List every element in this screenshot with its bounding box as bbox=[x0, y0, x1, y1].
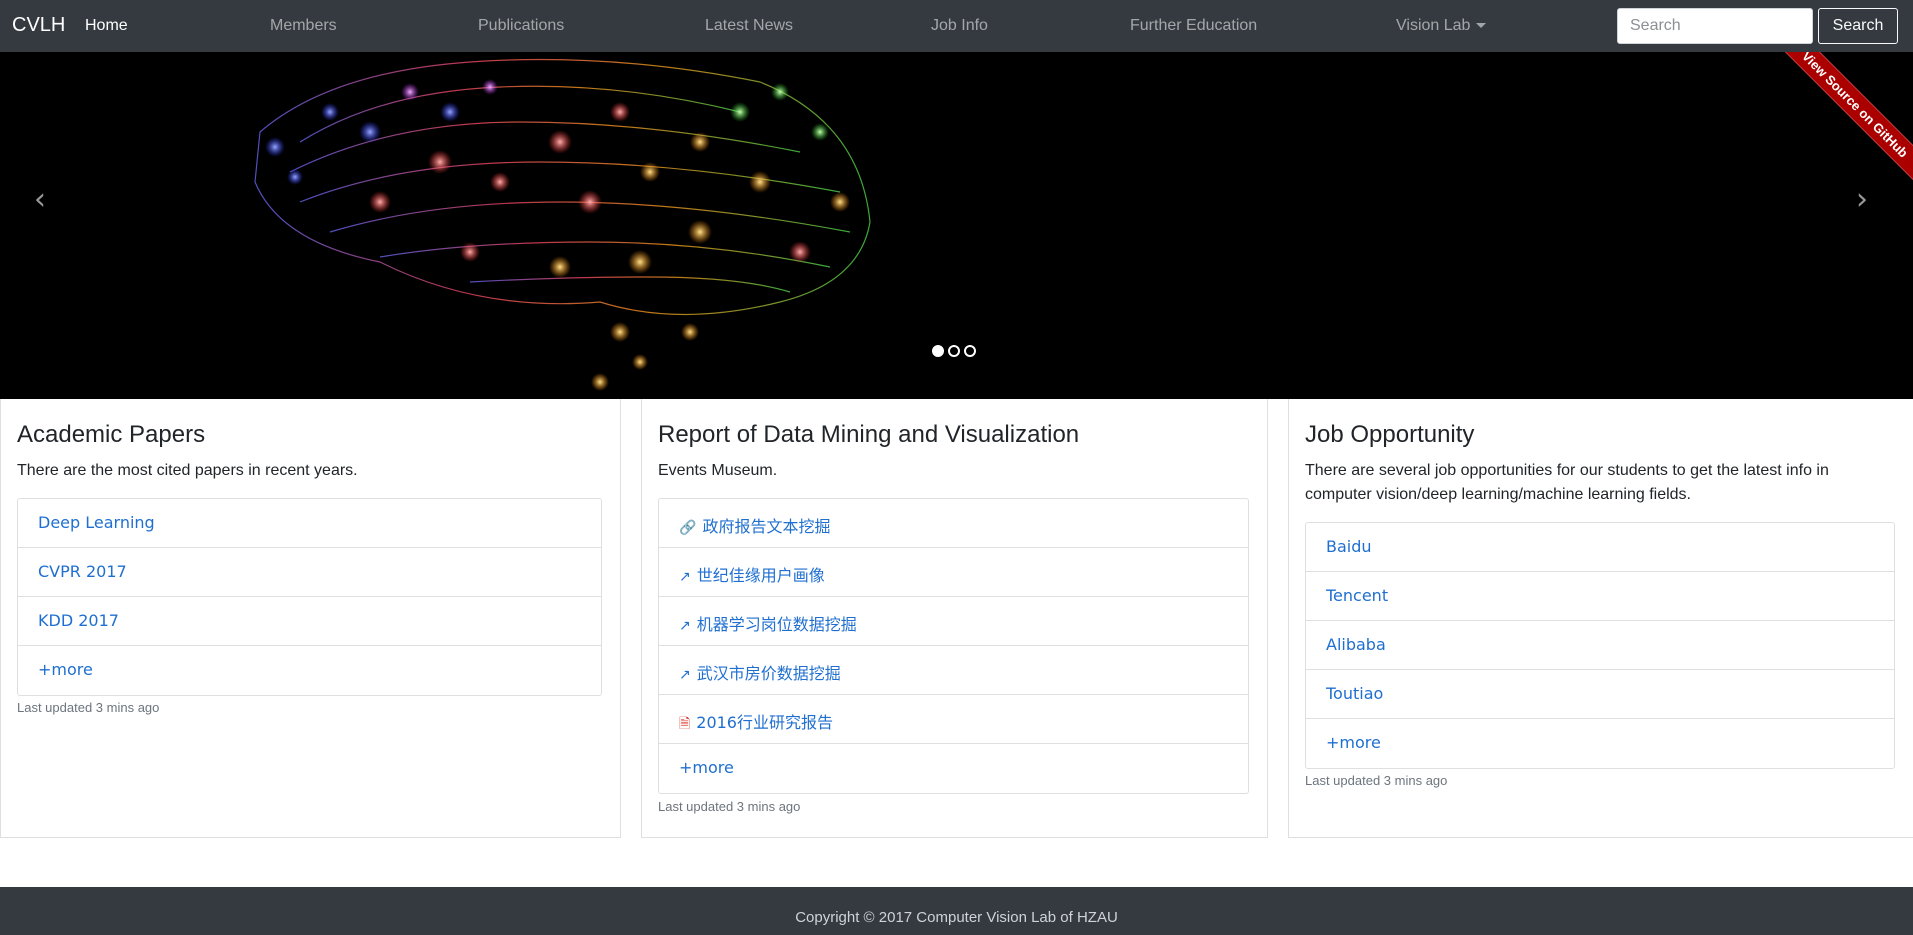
nav-latest-news[interactable]: Latest News bbox=[705, 17, 793, 35]
card-title: Academic Papers bbox=[17, 421, 206, 448]
list-item-more[interactable]: +more bbox=[18, 646, 601, 695]
list-item-baidu[interactable]: Baidu bbox=[1306, 523, 1894, 572]
external-link-icon: ↗ bbox=[679, 569, 691, 585]
list-item-label: 机器学习岗位数据挖掘 bbox=[696, 615, 857, 634]
nav-members[interactable]: Members bbox=[270, 17, 337, 35]
carousel-indicator-2[interactable] bbox=[948, 345, 960, 357]
search-button[interactable]: Search bbox=[1818, 8, 1898, 44]
list-item-label: 世纪佳缘用户画像 bbox=[696, 566, 825, 585]
carousel-indicator-3[interactable] bbox=[964, 345, 976, 357]
search-input[interactable] bbox=[1617, 8, 1813, 44]
card-job-opportunity: Job Opportunity There are several job op… bbox=[1288, 399, 1913, 838]
nav-home[interactable]: Home bbox=[85, 17, 128, 35]
carousel-indicators bbox=[932, 345, 976, 357]
list-item-report-2[interactable]: ↗ 世纪佳缘用户画像 bbox=[659, 548, 1248, 597]
top-navbar: CVLH Home Members Publications Latest Ne… bbox=[0, 0, 1913, 52]
caret-down-icon bbox=[1476, 23, 1487, 29]
github-ribbon-label: View Source on GitHub bbox=[1775, 52, 1913, 185]
list-item-report-1[interactable]: 🔗 政府报告文本挖掘 bbox=[659, 499, 1248, 548]
carousel-prev-icon[interactable]: ‹ bbox=[34, 182, 46, 217]
pdf-icon: 🗎 bbox=[679, 716, 691, 732]
list-item-more[interactable]: +more bbox=[659, 744, 1248, 793]
list-item-alibaba[interactable]: Alibaba bbox=[1306, 621, 1894, 670]
last-updated: Last updated 3 mins ago bbox=[658, 799, 801, 814]
last-updated: Last updated 3 mins ago bbox=[1305, 773, 1448, 788]
nav-vision-lab-label: Vision Lab bbox=[1396, 17, 1471, 34]
nav-further-education[interactable]: Further Education bbox=[1130, 17, 1257, 35]
page-footer: Copyright © 2017 Computer Vision Lab of … bbox=[0, 887, 1913, 935]
list-item-kdd-2017[interactable]: KDD 2017 bbox=[18, 597, 601, 646]
list-item-label: 2016行业研究报告 bbox=[696, 713, 833, 732]
copyright-text: Copyright © 2017 Computer Vision Lab of … bbox=[795, 909, 1118, 926]
list-item-report-4[interactable]: ↗ 武汉市房价数据挖掘 bbox=[659, 646, 1248, 695]
report-list: 🔗 政府报告文本挖掘 ↗ 世纪佳缘用户画像 ↗ 机器学习岗位数据挖掘 ↗ 武汉市房价数据… bbox=[658, 498, 1249, 794]
link-icon: 🔗 bbox=[679, 520, 697, 536]
external-link-icon: ↗ bbox=[679, 618, 691, 634]
hero-carousel: ‹ › View Source on GitHub bbox=[0, 52, 1913, 399]
carousel-indicator-1[interactable] bbox=[932, 345, 944, 357]
card-title: Job Opportunity bbox=[1305, 421, 1475, 448]
list-item-tencent[interactable]: Tencent bbox=[1306, 572, 1894, 621]
last-updated: Last updated 3 mins ago bbox=[17, 700, 160, 715]
list-item-label: 政府报告文本挖掘 bbox=[702, 517, 831, 536]
nav-job-info[interactable]: Job Info bbox=[931, 17, 988, 35]
list-item-label: 武汉市房价数据挖掘 bbox=[696, 664, 841, 683]
external-link-icon: ↗ bbox=[679, 667, 691, 683]
card-title: Report of Data Mining and Visualization bbox=[658, 421, 1080, 448]
list-item-deep-learning[interactable]: Deep Learning bbox=[18, 499, 601, 548]
list-item-cvpr-2017[interactable]: CVPR 2017 bbox=[18, 548, 601, 597]
card-description: Events Museum. bbox=[658, 462, 778, 479]
brand-logo[interactable]: CVLH bbox=[12, 14, 65, 37]
list-item-more[interactable]: +more bbox=[1306, 719, 1894, 768]
list-item-toutiao[interactable]: Toutiao bbox=[1306, 670, 1894, 719]
nav-publications[interactable]: Publications bbox=[478, 17, 564, 35]
list-item-report-3[interactable]: ↗ 机器学习岗位数据挖掘 bbox=[659, 597, 1248, 646]
job-list: Baidu Tencent Alibaba Toutiao +more bbox=[1305, 522, 1895, 769]
github-ribbon[interactable]: View Source on GitHub bbox=[1764, 52, 1913, 201]
card-academic-papers: Academic Papers There are the most cited… bbox=[0, 399, 621, 838]
card-description: There are several job opportunities for … bbox=[1305, 462, 1829, 503]
paper-list: Deep Learning CVPR 2017 KDD 2017 +more bbox=[17, 498, 602, 696]
card-data-mining-report: Report of Data Mining and Visualization … bbox=[641, 399, 1268, 838]
nav-vision-lab-dropdown[interactable]: Vision Lab bbox=[1396, 17, 1487, 35]
card-description: There are the most cited papers in recen… bbox=[17, 462, 358, 479]
list-item-report-5[interactable]: 🗎 2016行业研究报告 bbox=[659, 695, 1248, 744]
